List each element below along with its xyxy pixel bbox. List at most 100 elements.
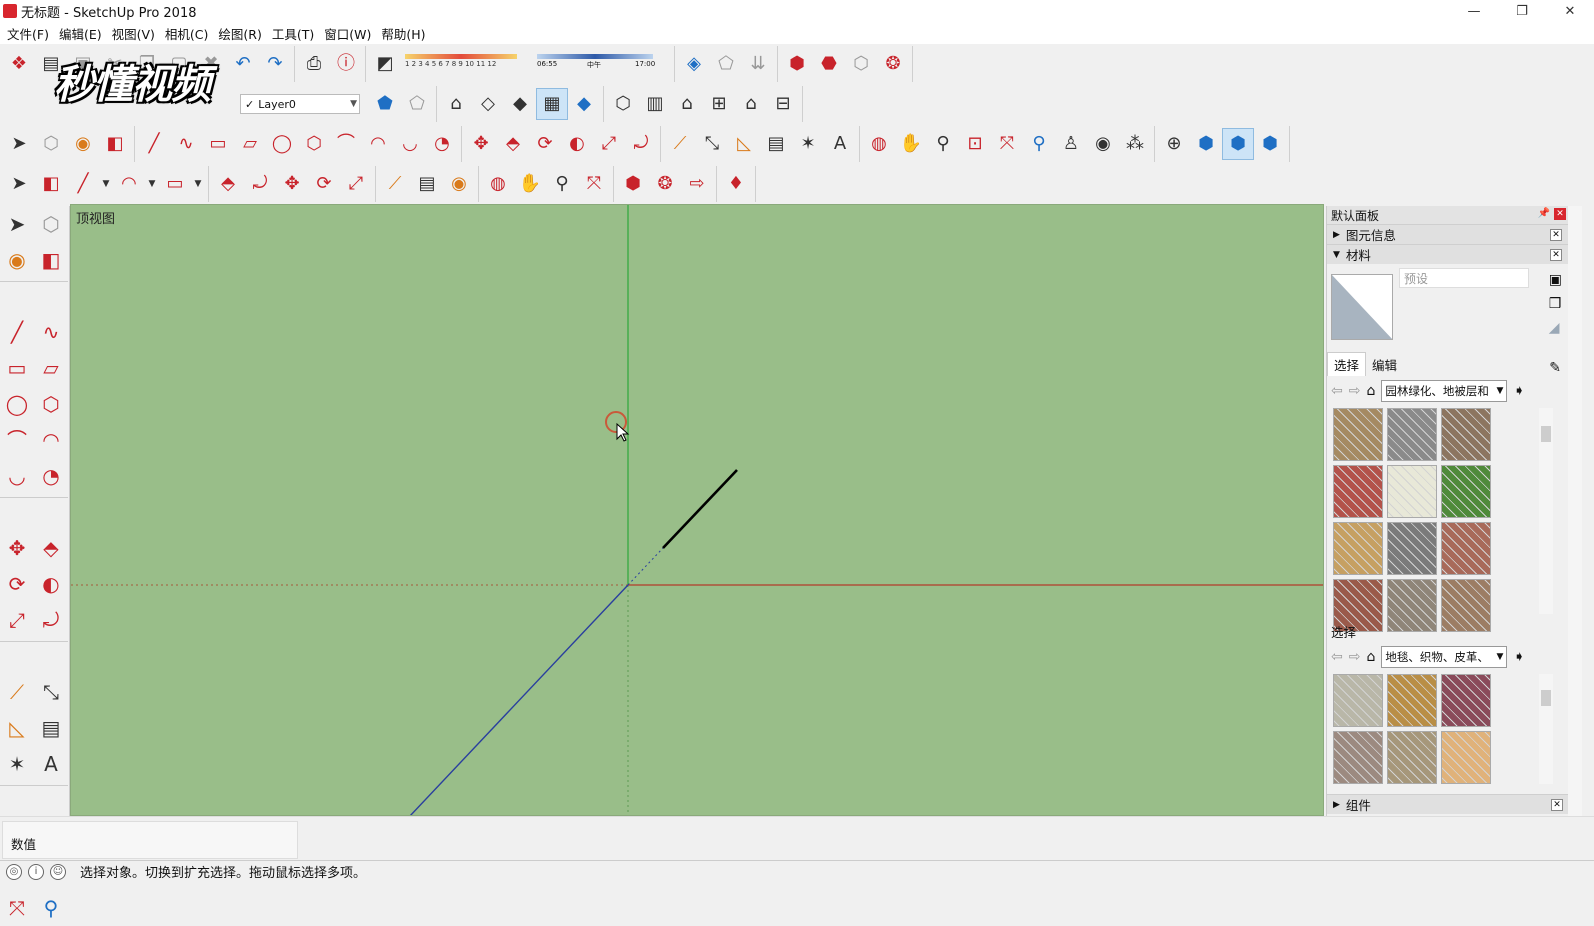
iso-view-icon[interactable]: ⬡ — [607, 88, 639, 120]
close-button[interactable]: ✕ — [1546, 0, 1594, 22]
circle-icon[interactable]: ◯ — [0, 386, 34, 422]
offset-icon[interactable]: ⤾ — [244, 168, 276, 200]
paint-bucket-icon[interactable]: ◉ — [0, 242, 34, 278]
zoom-icon[interactable]: ⚲ — [927, 128, 959, 160]
material-swatch[interactable] — [1441, 674, 1491, 727]
polygon-icon[interactable]: ⬡ — [34, 386, 68, 422]
menu-help[interactable]: 帮助(H) — [376, 24, 430, 43]
print-icon[interactable]: ⎙ — [298, 48, 330, 80]
material-name-field[interactable]: 预设 — [1399, 268, 1529, 288]
make-component-icon[interactable]: ⬡ — [35, 128, 67, 160]
eraser-icon[interactable]: ◧ — [35, 168, 67, 200]
arc-icon[interactable]: ⌒ — [0, 422, 34, 458]
shadow-settings-sliders[interactable]: 1 2 3 4 5 6 7 8 9 10 11 12 06:55 中午 17:0… — [401, 48, 671, 80]
material-swatch[interactable] — [1387, 408, 1437, 461]
xray-style-icon[interactable]: ⬟ — [369, 88, 401, 120]
rectangle-icon[interactable]: ▭ — [202, 128, 234, 160]
rotate-icon[interactable]: ⟳ — [0, 566, 34, 602]
move-icon[interactable]: ✥ — [465, 128, 497, 160]
undo-icon[interactable]: ↶ — [227, 48, 259, 80]
right-view-icon[interactable]: ⊞ — [703, 88, 735, 120]
rotate-icon[interactable]: ⟳ — [529, 128, 561, 160]
geo-location-icon[interactable]: ◈ — [678, 48, 710, 80]
zoom-icon[interactable]: ⚲ — [546, 168, 578, 200]
eyedropper-icon[interactable]: ✎ — [1549, 360, 1561, 376]
model-info-icon[interactable]: ⓘ — [330, 48, 362, 80]
tab-select[interactable]: 选择 — [1327, 352, 1367, 376]
polygon-icon[interactable]: ⬡ — [298, 128, 330, 160]
axes-tool-icon[interactable]: ✶ — [792, 128, 824, 160]
material-swatch[interactable] — [1441, 408, 1491, 461]
circle-icon[interactable]: ◯ — [266, 128, 298, 160]
paint-bucket-icon[interactable]: ◉ — [67, 128, 99, 160]
forward-arrow-icon[interactable]: ⇨ — [1349, 649, 1361, 665]
secondary-library-dropdown[interactable]: 地毯、织物、皮革、 ▼ — [1381, 646, 1508, 668]
back-arrow-icon[interactable]: ⇦ — [1331, 649, 1343, 665]
shadows-toggle-icon[interactable]: ◩ — [369, 48, 401, 80]
walk-icon[interactable]: ⁂ — [1119, 128, 1151, 160]
material-swatch[interactable] — [1441, 465, 1491, 518]
previous-view-icon[interactable]: ⚲ — [34, 890, 68, 926]
rectangle-icon[interactable]: ▭ — [159, 168, 191, 200]
three-point-arc-icon[interactable]: ◡ — [394, 128, 426, 160]
previous-view-icon[interactable]: ⚲ — [1023, 128, 1055, 160]
line-tool-icon[interactable]: ╱ — [138, 128, 170, 160]
ruby-console-icon[interactable]: ♦ — [720, 168, 752, 200]
measurements-box[interactable]: 数值 — [2, 821, 298, 859]
offset-icon[interactable]: ⤾ — [625, 128, 657, 160]
3d-text-icon[interactable]: A — [34, 746, 68, 782]
eraser-icon[interactable]: ◧ — [34, 242, 68, 278]
extension-warehouse-icon[interactable]: ❂ — [877, 48, 909, 80]
material-swatch[interactable] — [1387, 579, 1437, 632]
extension-warehouse-icon[interactable]: ❂ — [649, 168, 681, 200]
back-edges-icon[interactable]: ⬠ — [401, 88, 433, 120]
menu-edit[interactable]: 编辑(E) — [54, 24, 107, 43]
dimension-icon[interactable]: ⤡ — [696, 128, 728, 160]
select-tool-icon[interactable]: ➤ — [0, 206, 34, 242]
create-material-icon[interactable]: ❒ — [1549, 296, 1562, 312]
material-swatch[interactable] — [1387, 465, 1437, 518]
rectangle-icon[interactable]: ▭ — [0, 350, 34, 386]
entity-info-header[interactable]: ▶ 图元信息 ✕ — [1327, 224, 1568, 244]
display-section-planes-icon[interactable]: ⬢ — [1190, 128, 1222, 160]
details-arrow-icon[interactable]: ➧ — [1513, 383, 1525, 399]
display-section-fill-icon[interactable]: ⬢ — [1254, 128, 1286, 160]
send-to-layout-icon[interactable]: ⇨ — [681, 168, 713, 200]
material-swatch[interactable] — [1441, 579, 1491, 632]
select-tool-icon[interactable]: ➤ — [3, 128, 35, 160]
push-pull-icon[interactable]: ⬘ — [212, 168, 244, 200]
front-view-icon[interactable]: ⌂ — [671, 88, 703, 120]
warehouse-icon[interactable]: ⬢ — [617, 168, 649, 200]
minimize-button[interactable]: — — [1450, 0, 1498, 22]
maximize-button[interactable]: ❐ — [1498, 0, 1546, 22]
geo-icon[interactable]: ◎ — [6, 863, 22, 880]
tape-measure-icon[interactable]: ⟋ — [664, 128, 696, 160]
line-tool-icon[interactable]: ╱ — [0, 314, 34, 350]
material-swatch[interactable] — [1441, 522, 1491, 575]
tape-measure-icon[interactable]: ⟋ — [0, 674, 34, 710]
back-arrow-icon[interactable]: ⇦ — [1331, 383, 1343, 399]
freehand-icon[interactable]: ∿ — [34, 314, 68, 350]
drawing-viewport[interactable]: 顶视图 — [70, 204, 1324, 816]
scale-icon[interactable]: ⤢ — [0, 602, 34, 638]
push-pull-icon[interactable]: ⬘ — [497, 128, 529, 160]
three-point-arc-icon[interactable]: ◡ — [0, 458, 34, 494]
tray-close-button[interactable]: ✕ — [1554, 208, 1566, 220]
protractor-icon[interactable]: ◺ — [0, 710, 34, 746]
warehouse-icon[interactable]: ⬢ — [781, 48, 813, 80]
zoom-extents-icon[interactable]: ⤧ — [0, 890, 34, 926]
chevron-down-icon[interactable]: ▼ — [99, 168, 113, 200]
material-swatch[interactable] — [1387, 674, 1437, 727]
zoom-extents-icon[interactable]: ⤧ — [578, 168, 610, 200]
pie-icon[interactable]: ◔ — [426, 128, 458, 160]
paint-bucket-icon[interactable]: ◉ — [443, 168, 475, 200]
pin-icon[interactable]: 📌 — [1538, 208, 1550, 220]
select-tool-icon[interactable]: ➤ — [3, 168, 35, 200]
add-location-icon[interactable]: ⬠ — [710, 48, 742, 80]
terrain-icon[interactable]: ⇊ — [742, 48, 774, 80]
material-swatch[interactable] — [1333, 731, 1383, 784]
pie-icon[interactable]: ◔ — [34, 458, 68, 494]
user-icon[interactable]: ☺ — [50, 863, 66, 880]
move-icon[interactable]: ✥ — [276, 168, 308, 200]
tape-measure-icon[interactable]: ⟋ — [379, 168, 411, 200]
